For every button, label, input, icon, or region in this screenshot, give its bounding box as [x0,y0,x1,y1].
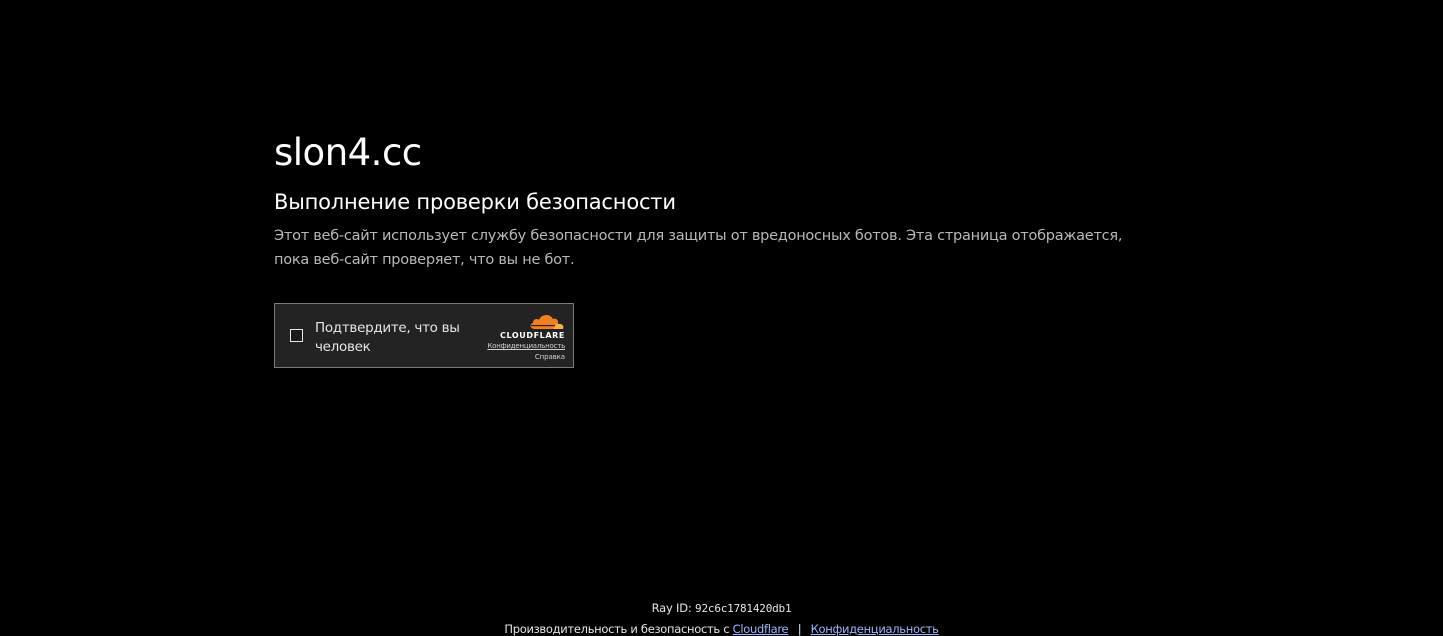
footer-links-line: Производительность и безопасность с Clou… [0,619,1443,636]
cloudflare-link[interactable]: Cloudflare [733,622,789,636]
ray-id-value: 92c6c1781420db1 [695,602,792,615]
cloudflare-wordmark: CLOUDFLARE [500,331,565,340]
widget-help-link[interactable]: Справка [465,351,565,363]
performance-text: Производительность и безопасность с [504,622,730,636]
widget-privacy-link[interactable]: Конфиденциальность [465,341,565,351]
footer: Ray ID: 92c6c1781420db1 Производительнос… [0,600,1443,636]
security-check-heading: Выполнение проверки безопасности [274,190,676,214]
main-content: slon4.cc Выполнение проверки безопасност… [274,128,1154,272]
footer-separator: | [797,622,802,636]
footer-privacy-link[interactable]: Конфиденциальность [811,622,939,636]
security-check-description: Этот веб-сайт использует службу безопасн… [274,228,1123,268]
ray-id-line: Ray ID: 92c6c1781420db1 [0,600,1443,617]
site-domain-title: slon4.cc [274,131,422,174]
ray-id-label: Ray ID: [651,601,692,615]
human-verification-checkbox[interactable] [290,329,303,342]
checkbox-label[interactable]: Подтвердите, что вы человек [315,319,475,357]
cloudflare-cloud-icon [530,314,564,329]
turnstile-widget: Подтвердите, что вы человек CLOUDFLARE К… [274,303,574,368]
cloudflare-branding: CLOUDFLARE Конфиденциальность Справка [465,312,565,363]
challenge-page: slon4.cc Выполнение проверки безопасност… [0,0,1443,636]
